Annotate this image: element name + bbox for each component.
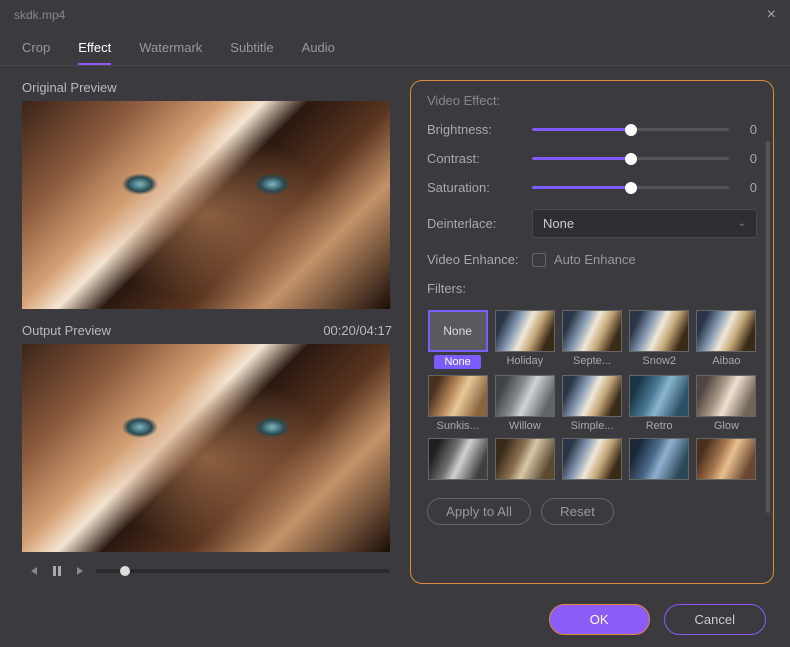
next-frame-icon[interactable] [72,562,90,580]
apply-to-all-button[interactable]: Apply to All [427,498,531,525]
reset-button[interactable]: Reset [541,498,614,525]
slider-thumb[interactable] [625,124,637,136]
seek-track[interactable] [96,569,390,573]
enhance-label: Video Enhance: [427,252,532,267]
tab-watermark[interactable]: Watermark [139,30,202,65]
filter-simple[interactable]: Simple... [561,375,622,432]
filter-item[interactable] [696,438,757,480]
contrast-label: Contrast: [427,151,532,166]
seek-thumb[interactable] [120,566,130,576]
scrollbar[interactable] [766,141,770,513]
original-preview [22,101,390,309]
filter-item[interactable] [629,438,690,480]
slider-thumb[interactable] [625,153,637,165]
filter-snow2[interactable]: Snow2 [629,310,690,369]
contrast-value: 0 [739,151,757,166]
tab-bar: Crop Effect Watermark Subtitle Audio [0,30,790,66]
prev-frame-icon[interactable] [24,562,42,580]
saturation-slider[interactable] [532,186,729,189]
timecode: 00:20/04:17 [323,323,392,338]
brightness-slider[interactable] [532,128,729,131]
tab-effect[interactable]: Effect [78,30,111,65]
filter-none[interactable]: None None [427,310,488,369]
tab-subtitle[interactable]: Subtitle [230,30,273,65]
close-icon[interactable]: × [767,6,776,24]
video-effect-heading: Video Effect: [427,93,757,108]
filter-item[interactable] [427,438,488,480]
file-name: skdk.mp4 [14,8,65,22]
slider-thumb[interactable] [625,182,637,194]
preview-column: Original Preview Output Preview 00:20/04… [22,80,392,584]
chevron-down-icon: ⌄ [738,218,746,229]
brightness-label: Brightness: [427,122,532,137]
filter-willow[interactable]: Willow [494,375,555,432]
brightness-value: 0 [739,122,757,137]
filter-item[interactable] [494,438,555,480]
output-preview [22,344,390,552]
filter-retro[interactable]: Retro [629,375,690,432]
saturation-label: Saturation: [427,180,532,195]
player-controls [22,558,392,584]
output-preview-label: Output Preview 00:20/04:17 [22,323,392,338]
filter-glow[interactable]: Glow [696,375,757,432]
filters-heading: Filters: [427,281,757,296]
filter-holiday[interactable]: Holiday [494,310,555,369]
saturation-row: Saturation: 0 [427,180,757,195]
brightness-row: Brightness: 0 [427,122,757,137]
deinterlace-row: Deinterlace: None ⌄ [427,209,757,238]
saturation-value: 0 [739,180,757,195]
deinterlace-label: Deinterlace: [427,216,532,231]
tab-audio[interactable]: Audio [302,30,335,65]
dialog-footer: OK Cancel [0,594,790,647]
filters-grid: None None Holiday Septe... Snow2 Aibao [427,310,757,480]
filter-aibao[interactable]: Aibao [696,310,757,369]
contrast-slider[interactable] [532,157,729,160]
enhance-row: Video Enhance: Auto Enhance [427,252,757,267]
titlebar: skdk.mp4 × [0,0,790,30]
original-preview-label: Original Preview [22,80,392,95]
filter-item[interactable] [561,438,622,480]
filter-september[interactable]: Septe... [561,310,622,369]
auto-enhance-label: Auto Enhance [554,252,636,267]
pause-icon[interactable] [48,562,66,580]
tab-crop[interactable]: Crop [22,30,50,65]
effect-panel: Video Effect: Brightness: 0 Contrast: 0 … [410,80,774,584]
filter-sunkissed[interactable]: Sunkis... [427,375,488,432]
contrast-row: Contrast: 0 [427,151,757,166]
deinterlace-select[interactable]: None ⌄ [532,209,757,238]
auto-enhance-checkbox[interactable] [532,253,546,267]
